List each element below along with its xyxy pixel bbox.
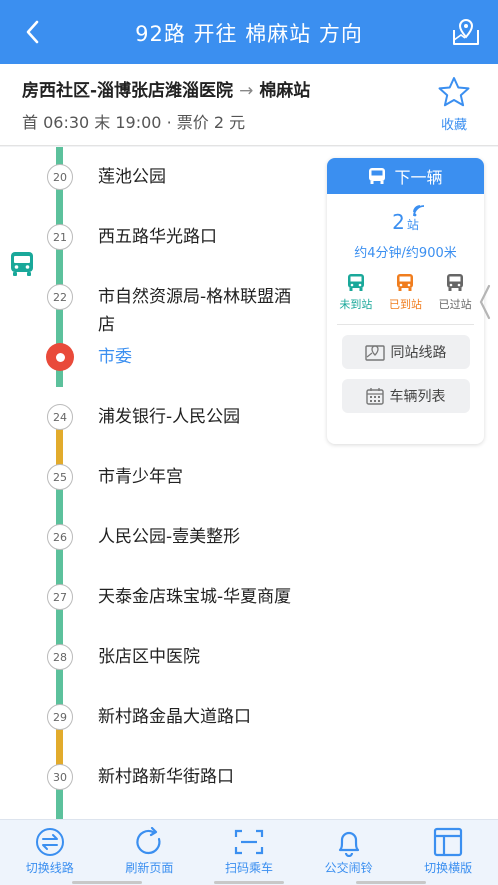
stations-away: 2站 [327, 205, 484, 238]
stop-name: 天泰金店珠宝城-华夏商厦 [98, 587, 292, 607]
stop-item[interactable]: 28 张店区中医院 [0, 644, 330, 704]
bus-icon [369, 168, 386, 184]
route-schedule-fare: 首 06:30 末 19:00 · 票价 2 元 [22, 113, 246, 132]
bell-icon [338, 831, 359, 857]
system-nav-indicator [0, 881, 498, 885]
stop-number: 26 [47, 524, 73, 550]
stop-number: 22 [47, 284, 73, 310]
stop-name: 西五路华光路口 [98, 227, 217, 247]
stop-item[interactable]: 20 莲池公园 [0, 164, 330, 224]
legend-not-arrived: 未到站 [339, 273, 372, 312]
switch-landscape-button[interactable]: 切换横版 [398, 820, 498, 885]
calendar-grid-icon [365, 388, 384, 405]
map-pin-icon [453, 19, 479, 45]
same-station-routes-label: 同站线路 [390, 345, 447, 361]
bus-icon [347, 274, 364, 291]
route-arrow: → [239, 81, 254, 101]
stop-number: 29 [47, 704, 73, 730]
bus-alarm-button[interactable]: 公交闹铃 [299, 820, 399, 885]
legend-label: 已到站 [388, 298, 422, 311]
same-station-routes-button[interactable]: 同站线路 [341, 335, 470, 369]
swap-icon [35, 828, 64, 856]
route-map-icon [364, 345, 385, 361]
map-button[interactable] [448, 14, 484, 50]
stop-name: 浦发银行-人民公园 [98, 407, 241, 427]
scan-to-ride-button[interactable]: 扫码乘车 [199, 820, 299, 885]
switch-route-button[interactable]: 切换线路 [0, 820, 100, 885]
top-bar: 92路 开往 棉麻站 方向 [0, 0, 498, 64]
stop-number: 30 [47, 764, 73, 790]
stop-number: 27 [47, 584, 73, 610]
stop-name: 莲池公园 [98, 167, 166, 187]
favorite-label: 收藏 [440, 118, 467, 133]
scan-icon [234, 829, 264, 855]
stop-number: 28 [47, 644, 73, 670]
scan-to-ride-label: 扫码乘车 [224, 861, 273, 875]
stations-unit: 站 [406, 218, 419, 232]
legend-arrived: 已到站 [389, 273, 422, 312]
current-stop-marker [46, 343, 74, 371]
layout-icon [434, 827, 463, 857]
bus-alarm-label: 公交闹铃 [324, 861, 373, 875]
bus-icon [397, 274, 414, 291]
chevron-left-icon[interactable] [475, 282, 495, 322]
stop-number: 20 [47, 164, 73, 190]
bottom-toolbar: 切换线路 刷新页面 扫码乘车 公交闹铃 切换横版 [0, 819, 498, 885]
divider [337, 324, 474, 325]
route-info: 房西社区-淄博张店潍淄医院 → 棉麻站 首 06:30 末 19:00 · 票价 2… [0, 64, 498, 146]
stop-item[interactable]: 27 天泰金店珠宝城-华夏商厦 [0, 584, 330, 644]
legend-label: 未到站 [339, 298, 373, 311]
stop-item[interactable]: 24 浦发银行-人民公园 [0, 404, 330, 464]
stop-item[interactable]: 26 人民公园-壹美整形 [0, 524, 330, 584]
stop-name: 新村路金晶大道路口 [98, 707, 251, 727]
legend-label: 已过站 [438, 298, 472, 311]
stop-number: 25 [47, 464, 73, 490]
switch-landscape-label: 切换横版 [424, 861, 473, 875]
stop-item[interactable]: 30 新村路新华街路口 [0, 764, 330, 819]
bus-position-icon[interactable] [9, 251, 35, 277]
vehicle-list-label: 车辆列表 [389, 389, 446, 405]
stations-count: 2 [392, 210, 405, 234]
stop-name: 新村路新华街路口 [98, 767, 234, 787]
legend-passed: 已过站 [439, 273, 472, 312]
stop-item[interactable]: 21 西五路华光路口 [0, 224, 330, 284]
stop-number: 21 [47, 224, 73, 250]
next-bus-label: 下一辆 [394, 168, 443, 187]
bus-icon [447, 274, 464, 291]
stop-name: 市委 [98, 347, 132, 367]
stop-item[interactable]: 25 市青少年宫 [0, 464, 330, 524]
star-icon [438, 77, 470, 107]
route-to: 棉麻站 [259, 81, 311, 101]
stop-item[interactable]: 29 新村路金晶大道路口 [0, 704, 330, 764]
favorite-button[interactable]: 收藏 [432, 76, 476, 133]
eta-text: 约4分钟/约900米 [354, 246, 457, 261]
next-bus-panel: 下一辆 2站 约4分钟/约900米 未到站 已到站 已过站 同站线路 车辆列表 [327, 158, 484, 444]
stop-item[interactable]: 22 市自然资源局-格林联盟酒店 [0, 284, 330, 344]
live-signal-icon [413, 205, 425, 217]
refresh-button[interactable]: 刷新页面 [100, 820, 200, 885]
stop-number: 24 [47, 404, 73, 430]
route-from: 房西社区-淄博张店潍淄医院 [22, 81, 234, 101]
refresh-icon [136, 827, 161, 855]
next-bus-header: 下一辆 [327, 158, 484, 194]
route-endpoints: 房西社区-淄博张店潍淄医院 → 棉麻站 [22, 76, 310, 101]
switch-route-label: 切换线路 [25, 861, 74, 875]
page-title: 92路 开往 棉麻站 方向 [135, 22, 363, 46]
stop-item-current[interactable]: 市委 [0, 343, 330, 404]
bus-status-legend: 未到站 已到站 已过站 [327, 273, 484, 312]
refresh-label: 刷新页面 [125, 861, 174, 875]
vehicle-list-button[interactable]: 车辆列表 [341, 379, 470, 413]
stop-name: 市自然资源局-格林联盟酒店 [98, 287, 292, 335]
stop-name: 张店区中医院 [98, 647, 200, 667]
stop-name: 市青少年宫 [98, 467, 183, 487]
stop-name: 人民公园-壹美整形 [98, 527, 241, 547]
